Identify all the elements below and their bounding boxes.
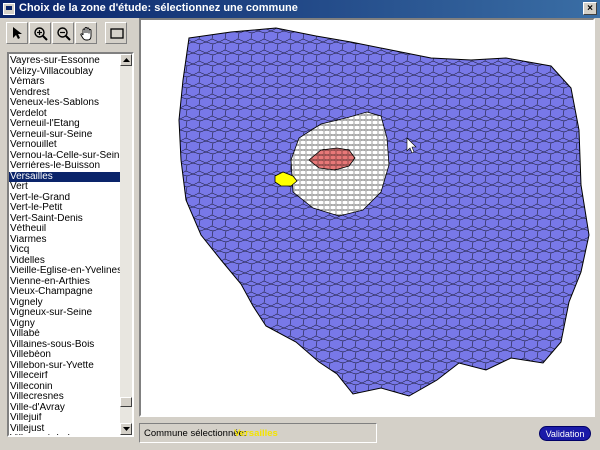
commune-list-item[interactable]: Vignely (9, 298, 121, 309)
scroll-up-arrow-icon (123, 58, 130, 62)
zoom-in-tool[interactable] (29, 22, 51, 44)
scroll-up-button[interactable] (120, 54, 132, 66)
status-bar: Commune sélectionnée: Versailles (139, 423, 377, 443)
commune-list-item[interactable]: Villejust (9, 424, 121, 435)
hand-icon (80, 27, 92, 41)
commune-list-item[interactable]: Vert-Saint-Denis (9, 214, 121, 225)
commune-list-item[interactable]: Vert-le-Petit (9, 203, 121, 214)
commune-boundaries (179, 28, 589, 396)
commune-list-item[interactable]: Versailles (9, 171, 121, 182)
status-label: Commune sélectionnée: (144, 428, 247, 439)
window-title: Choix de la zone d'étude: sélectionnez u… (19, 2, 298, 14)
arrow-pointer-tool[interactable] (6, 22, 28, 44)
commune-list-item[interactable]: Verdelot (9, 109, 121, 120)
scroll-down-arrow-icon (123, 427, 130, 431)
commune-list-item[interactable]: Vert (9, 182, 121, 193)
selected-commune-value: Versailles (234, 428, 278, 439)
app-window: Choix de la zone d'étude: sélectionnez u… (0, 0, 600, 450)
title-bar: Choix de la zone d'étude: sélectionnez u… (0, 0, 600, 18)
zoom-out-tool[interactable] (52, 22, 74, 44)
commune-list-item[interactable]: Villejuif (9, 413, 121, 424)
commune-list-item[interactable]: Villeconin (9, 382, 121, 393)
ile-de-france-map[interactable] (141, 20, 593, 415)
commune-list-item[interactable]: Vendrest (9, 88, 121, 99)
commune-list-item[interactable]: Viarmes (9, 235, 121, 246)
map-toolbar (6, 22, 134, 44)
commune-list-item[interactable]: Vernouillet (9, 140, 121, 151)
commune-list-item[interactable]: Vigneux-sur-Seine (9, 308, 121, 319)
scroll-down-button[interactable] (120, 423, 132, 435)
app-icon (3, 3, 15, 15)
commune-list-item[interactable]: Vert-le-Grand (9, 193, 121, 204)
commune-list-item[interactable]: Veneux-les-Sablons (9, 98, 121, 109)
arrow-pointer-icon (13, 27, 22, 39)
map-view[interactable] (139, 18, 595, 417)
commune-list-item[interactable]: Villemaréchal (9, 434, 121, 435)
full-extent-icon (110, 28, 124, 39)
commune-list-item[interactable]: Vélizy-Villacoublay (9, 67, 121, 78)
commune-list-item[interactable]: Verrières-le-Buisson (9, 161, 121, 172)
pan-hand-tool[interactable] (75, 22, 97, 44)
commune-list[interactable]: Vayres-sur-Essonne Vélizy-Villacoublay Vém… (7, 52, 134, 437)
zoom-out-icon (57, 27, 71, 41)
full-extent-tool[interactable] (105, 22, 127, 44)
commune-list-item[interactable]: Vicq (9, 245, 121, 256)
commune-list-item[interactable]: Vigny (9, 319, 121, 330)
commune-list-item[interactable]: Villaines-sous-Bois (9, 340, 121, 351)
commune-list-item[interactable]: Vieille-Eglise-en-Yvelines (9, 266, 121, 277)
commune-list-item[interactable]: Vétheuil (9, 224, 121, 235)
list-vertical-scrollbar[interactable] (120, 54, 132, 435)
validation-button[interactable]: Validation (539, 426, 591, 441)
commune-list-item[interactable]: Vémars (9, 77, 121, 88)
commune-list-item[interactable]: Villebéon (9, 350, 121, 361)
scroll-thumb[interactable] (120, 397, 132, 407)
commune-list-items: Vayres-sur-Essonne Vélizy-Villacoublay Vém… (9, 56, 121, 435)
commune-list-item[interactable]: Villebon-sur-Yvette (9, 361, 121, 372)
commune-list-item[interactable]: Verneuil-sur-Seine (9, 130, 121, 141)
commune-list-item[interactable]: Verneuil-l'Etang (9, 119, 121, 130)
commune-list-item[interactable]: Villecresnes (9, 392, 121, 403)
commune-list-item[interactable]: Villeceirf (9, 371, 121, 382)
zoom-in-icon (34, 27, 48, 41)
commune-list-item[interactable]: Ville-d'Avray (9, 403, 121, 414)
commune-list-item[interactable]: Videlles (9, 256, 121, 267)
commune-list-item[interactable]: Villabé (9, 329, 121, 340)
close-button[interactable]: × (583, 2, 597, 15)
commune-list-item[interactable]: Vieux-Champagne (9, 287, 121, 298)
commune-list-item[interactable]: Vayres-sur-Essonne (9, 56, 121, 67)
commune-list-item[interactable]: Vienne-en-Arthies (9, 277, 121, 288)
commune-list-item[interactable]: Vernou-la-Celle-sur-Seine (9, 151, 121, 162)
